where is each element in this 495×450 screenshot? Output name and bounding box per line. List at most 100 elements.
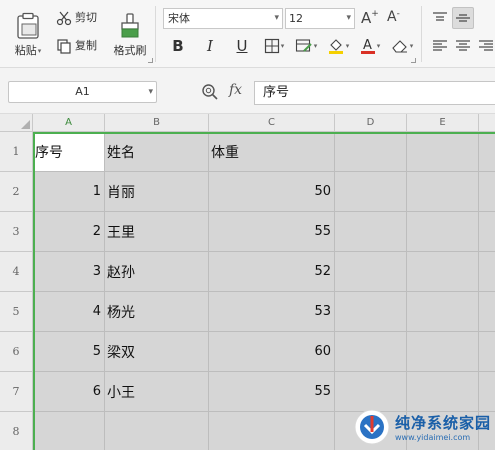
row-header-6[interactable]: 6 (0, 332, 33, 372)
insert-function-button[interactable]: fx (229, 82, 242, 98)
align-right-icon (479, 40, 493, 51)
align-top-button[interactable] (429, 7, 451, 29)
cell-c2[interactable]: 50 (209, 172, 335, 212)
clear-format-button[interactable]: ▾ (389, 35, 415, 57)
cell-a4[interactable]: 3 (33, 252, 105, 292)
align-top-icon (433, 12, 447, 21)
font-color-button[interactable]: A ▾ (357, 35, 383, 57)
row-header-1[interactable]: 1 (0, 132, 33, 172)
cell-d1[interactable] (335, 132, 407, 172)
cell-a2[interactable]: 1 (33, 172, 105, 212)
cell-style-button[interactable]: ▾ (293, 35, 319, 57)
fill-color-button[interactable]: ▾ (325, 35, 351, 57)
cell-f2[interactable] (479, 172, 495, 212)
cell-f5[interactable] (479, 292, 495, 332)
cell-b2[interactable]: 肖丽 (105, 172, 209, 212)
formula-input[interactable]: 序号 (254, 81, 495, 105)
font-name-select[interactable]: 宋体 ▾ (163, 8, 283, 29)
copy-icon (57, 39, 71, 54)
chevron-down-icon: ▾ (409, 42, 414, 50)
column-header-partial[interactable] (479, 114, 495, 132)
chevron-down-icon: ▾ (313, 42, 318, 50)
cell-e4[interactable] (407, 252, 479, 292)
cell-c4[interactable]: 52 (209, 252, 335, 292)
cell-e2[interactable] (407, 172, 479, 212)
cell-c6[interactable]: 60 (209, 332, 335, 372)
align-right-button[interactable] (475, 35, 495, 57)
name-box[interactable]: A1 ▾ (8, 81, 157, 103)
column-header-c[interactable]: C (209, 114, 335, 132)
name-box-value: A1 (75, 85, 90, 98)
column-header-d[interactable]: D (335, 114, 407, 132)
cut-button[interactable]: 剪切 (56, 9, 97, 27)
grow-font-button[interactable]: A+ (361, 9, 379, 27)
cell-c5[interactable]: 53 (209, 292, 335, 332)
spreadsheet-grid[interactable]: A B C D E 1 2 3 4 5 6 7 8 序号 姓名 体重 1 肖丽 50 2 王里 55 3 赵孙 52 4 杨光 53 5… (0, 114, 495, 450)
cell-b6[interactable]: 梁双 (105, 332, 209, 372)
cell-c7[interactable]: 55 (209, 372, 335, 412)
bold-button[interactable]: B (165, 35, 191, 57)
watermark-logo-icon (354, 409, 390, 444)
chevron-down-icon: ▾ (148, 87, 153, 97)
row-header-2[interactable]: 2 (0, 172, 33, 212)
borders-button[interactable]: ▾ (261, 35, 287, 57)
column-header-a[interactable]: A (33, 114, 105, 132)
cell-f1[interactable] (479, 132, 495, 172)
copy-button[interactable]: 复制 (56, 37, 97, 55)
select-all-corner[interactable] (0, 114, 33, 132)
cell-a1[interactable]: 序号 (33, 132, 105, 172)
cell-e1[interactable] (407, 132, 479, 172)
align-center-button[interactable] (452, 35, 474, 57)
row-header-7[interactable]: 7 (0, 372, 33, 412)
cell-b4[interactable]: 赵孙 (105, 252, 209, 292)
cell-f6[interactable] (479, 332, 495, 372)
align-left-button[interactable] (429, 35, 451, 57)
row-header-3[interactable]: 3 (0, 212, 33, 252)
cell-e5[interactable] (407, 292, 479, 332)
cell-b5[interactable]: 杨光 (105, 292, 209, 332)
font-color-icon: A (360, 38, 375, 54)
zoom-search-icon[interactable] (201, 83, 219, 101)
cell-c1[interactable]: 体重 (209, 132, 335, 172)
chevron-down-icon: ▾ (274, 13, 279, 23)
cell-e6[interactable] (407, 332, 479, 372)
column-header-b[interactable]: B (105, 114, 209, 132)
watermark-url: www.yidaimei.com (395, 432, 471, 442)
cell-d3[interactable] (335, 212, 407, 252)
cell-e3[interactable] (407, 212, 479, 252)
paste-button[interactable]: 粘贴 ▾ (6, 6, 50, 64)
shrink-font-button[interactable]: A- (387, 9, 400, 25)
cell-a3[interactable]: 2 (33, 212, 105, 252)
align-middle-button[interactable] (452, 7, 474, 29)
paintbrush-icon (121, 13, 139, 38)
cell-c8[interactable] (209, 412, 335, 450)
row-header-5[interactable]: 5 (0, 292, 33, 332)
clipboard-group-expander[interactable] (148, 58, 153, 63)
cell-b7[interactable]: 小王 (105, 372, 209, 412)
row-header-4[interactable]: 4 (0, 252, 33, 292)
format-painter-button[interactable]: 格式刷 (110, 6, 150, 64)
column-header-e[interactable]: E (407, 114, 479, 132)
font-group-expander[interactable] (411, 58, 416, 63)
cell-a5[interactable]: 4 (33, 292, 105, 332)
cell-f4[interactable] (479, 252, 495, 292)
cell-d4[interactable] (335, 252, 407, 292)
cell-a8[interactable] (33, 412, 105, 450)
cell-f3[interactable] (479, 212, 495, 252)
cell-d2[interactable] (335, 172, 407, 212)
align-center-icon (456, 40, 470, 51)
cell-d5[interactable] (335, 292, 407, 332)
cell-b8[interactable] (105, 412, 209, 450)
cell-a7[interactable]: 6 (33, 372, 105, 412)
row-header-8[interactable]: 8 (0, 412, 33, 450)
select-all-triangle-icon (21, 120, 30, 129)
cell-c3[interactable]: 55 (209, 212, 335, 252)
cell-d6[interactable] (335, 332, 407, 372)
cell-a6[interactable]: 5 (33, 332, 105, 372)
italic-button[interactable]: I (197, 35, 223, 57)
cell-b1[interactable]: 姓名 (105, 132, 209, 172)
watermark: 纯净系统家园 www.yidaimei.com (353, 403, 495, 450)
cell-b3[interactable]: 王里 (105, 212, 209, 252)
font-size-select[interactable]: 12 ▾ (285, 8, 355, 29)
underline-button[interactable]: U (229, 35, 255, 57)
